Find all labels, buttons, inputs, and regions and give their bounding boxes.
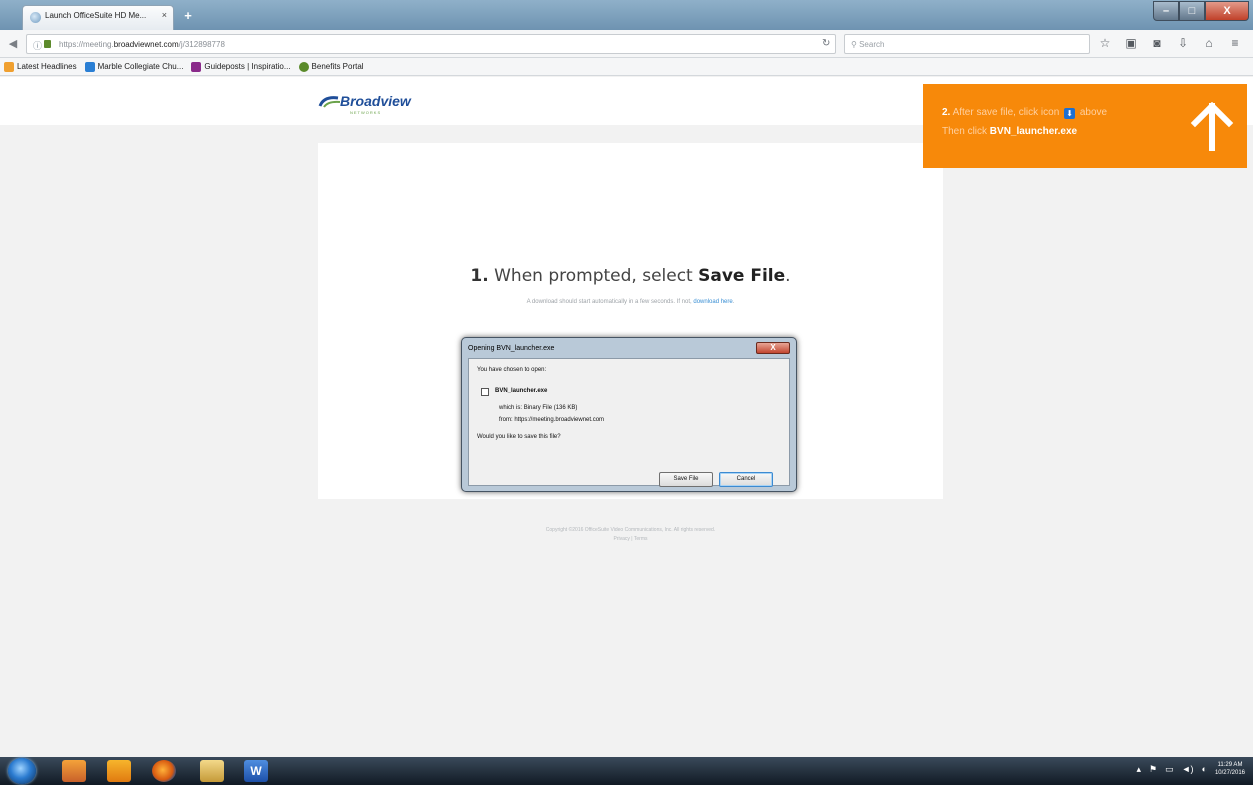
copyright-footer: Copyright ©2016 OfficeSuite Video Commun…: [318, 526, 943, 544]
bookmark-benefits-portal[interactable]: Benefits Portal: [298, 61, 364, 72]
next-step-callout: 2. After save file, click icon ⬇ above T…: [923, 84, 1247, 168]
heading-text: When prompted, select: [488, 266, 699, 286]
download-hint-text: A download should start automatically in…: [526, 299, 694, 305]
callout-line1-text: After save file, click icon: [950, 107, 1063, 118]
start-button[interactable]: [8, 758, 36, 784]
which-is-value: Binary File (136 KB): [523, 405, 578, 411]
firefox-icon[interactable]: [152, 760, 176, 782]
bookmark-label: Guideposts | Inspiratio...: [204, 62, 291, 71]
dialog-body: You have chosen to open: BVN_launcher.ex…: [468, 358, 790, 487]
search-icon: ⚲: [851, 40, 860, 49]
close-window-button[interactable]: X: [1205, 1, 1249, 21]
bookmark-label: Marble Collegiate Chu...: [97, 62, 184, 71]
rss-icon: [4, 61, 14, 72]
tray-app-icon[interactable]: ◐: [1202, 764, 1207, 774]
taskbar-clock[interactable]: 11:29 AM 10/27/2016: [1215, 761, 1245, 777]
callout-launcher-name: BVN_launcher.exe: [989, 126, 1078, 137]
tab-title: Launch OfficeSuite HD Me...: [45, 11, 147, 20]
download-dialog-illustration: Opening BVN_launcher.exe X You have chos…: [461, 337, 797, 492]
dialog-save-file-button: Save File: [659, 472, 713, 487]
outlook-icon[interactable]: [107, 760, 131, 782]
tab-favicon-icon: [30, 12, 41, 23]
from-value: https://meeting.broadviewnet.com: [514, 417, 605, 423]
callout-line-2: Then click BVN_launcher.exe: [942, 122, 1107, 141]
home-icon[interactable]: ⌂: [1202, 36, 1216, 50]
lock-icon: [44, 40, 51, 48]
word-icon[interactable]: W: [244, 760, 268, 782]
dialog-filename: BVN_launcher.exe: [495, 388, 548, 394]
copyright-text: Copyright ©2016 OfficeSuite Video Commun…: [545, 527, 716, 533]
dialog-question: Would you like to save this file?: [477, 434, 561, 440]
instructions-panel: 1. When prompted, select Save File. A do…: [318, 143, 943, 499]
new-tab-button[interactable]: +: [180, 8, 196, 24]
tab-close-icon[interactable]: ×: [162, 10, 167, 20]
callout-line-1: 2. After save file, click icon ⬇ above: [942, 103, 1107, 122]
back-arrow-icon[interactable]: ◀: [4, 35, 22, 53]
search-input[interactable]: ⚲ Search: [844, 34, 1090, 54]
action-center-flag-icon[interactable]: ⚑: [1149, 764, 1157, 775]
callout-text: 2. After save file, click icon ⬇ above T…: [942, 103, 1107, 141]
bookmark-label: Latest Headlines: [17, 62, 77, 71]
star-icon[interactable]: ☆: [1098, 36, 1112, 50]
up-arrow-icon: [1190, 102, 1234, 151]
bookmark-guideposts[interactable]: Guideposts | Inspiratio...: [191, 61, 291, 72]
privacy-terms-links[interactable]: Privacy | Terms: [318, 535, 943, 544]
dialog-from: from: https://meeting.broadviewnet.com: [499, 417, 604, 423]
bookmark-label: Benefits Portal: [311, 62, 364, 71]
url-prefix: https://meeting.: [59, 40, 114, 49]
dialog-chosen-text: You have chosen to open:: [477, 367, 547, 373]
toolbar-icons: ☆ ▣ ◙ ⇩ ⌂ ≡: [1098, 36, 1242, 50]
volume-icon[interactable]: ◄): [1182, 764, 1194, 774]
benefits-favicon-icon: [298, 61, 309, 72]
dialog-title: Opening BVN_launcher.exe: [468, 345, 555, 352]
reload-icon[interactable]: ↻: [822, 38, 830, 49]
search-placeholder: Search: [859, 40, 885, 49]
logo-text: Broadview: [340, 93, 411, 109]
heading-bold: Save File: [698, 266, 786, 286]
dialog-close-icon: X: [756, 342, 790, 354]
navigation-toolbar: ◀ ⓘ https://meeting.broadviewnet.com/j/3…: [0, 30, 1253, 58]
maximize-button[interactable]: □: [1179, 1, 1205, 21]
network-icon[interactable]: ▭: [1165, 764, 1174, 775]
file-icon: [481, 388, 489, 396]
callout-line1-end: above: [1077, 107, 1108, 118]
marble-favicon-icon: [84, 61, 95, 72]
show-hidden-icons-icon[interactable]: ▴: [1137, 764, 1142, 775]
browser-tab[interactable]: Launch OfficeSuite HD Me... ×: [22, 5, 174, 30]
windows-taskbar: W ▴ ⚑ ▭ ◄) ◐ 11:29 AM 10/27/2016: [0, 757, 1253, 785]
step-number: 1.: [470, 266, 489, 286]
guideposts-favicon-icon: [191, 61, 202, 72]
download-here-link[interactable]: download here: [693, 299, 732, 305]
pocket-icon[interactable]: ◙: [1150, 36, 1164, 50]
download-hint: A download should start automatically in…: [526, 299, 735, 305]
heading-end: .: [785, 266, 791, 286]
download-icon[interactable]: ⇩: [1176, 36, 1190, 50]
window-titlebar: Launch OfficeSuite HD Me... × + – □ X: [0, 0, 1253, 30]
java-app-icon[interactable]: [62, 760, 86, 782]
download-icon: ⬇: [1064, 108, 1076, 119]
url-host: broadviewnet.com: [113, 40, 179, 49]
window-controls: – □ X: [1153, 1, 1249, 21]
dialog-which-is: which is: Binary File (136 KB): [499, 405, 577, 411]
minimize-button[interactable]: –: [1153, 1, 1179, 21]
web-page: Broadview NETWORKS 1. When prompted, sel…: [0, 77, 1253, 757]
url-suffix: /j/312898778: [178, 40, 225, 49]
bookmark-latest-headlines[interactable]: Latest Headlines: [4, 61, 77, 72]
which-is-label: which is:: [499, 405, 523, 411]
dialog-cancel-button: Cancel: [719, 472, 773, 487]
address-bar[interactable]: ⓘ https://meeting.broadviewnet.com/j/312…: [26, 34, 836, 54]
from-label: from:: [499, 417, 513, 423]
callout-line2-text: Then click: [942, 126, 990, 137]
bookmarks-bar: Latest Headlines Marble Collegiate Chu..…: [0, 58, 1253, 76]
reading-list-icon[interactable]: ▣: [1124, 36, 1138, 50]
explorer-icon[interactable]: [200, 760, 224, 782]
clock-date: 10/27/2016: [1214, 770, 1245, 776]
system-tray: ▴ ⚑ ▭ ◄) ◐ 11:29 AM 10/27/2016: [1137, 761, 1246, 777]
logo-subtext: NETWORKS: [350, 110, 382, 115]
step-one-heading: 1. When prompted, select Save File.: [318, 266, 943, 286]
clock-time: 11:29 AM: [1217, 762, 1243, 768]
menu-icon[interactable]: ≡: [1228, 36, 1242, 50]
bookmark-marble-collegiate[interactable]: Marble Collegiate Chu...: [84, 61, 184, 72]
site-info-icon[interactable]: ⓘ: [33, 39, 42, 52]
